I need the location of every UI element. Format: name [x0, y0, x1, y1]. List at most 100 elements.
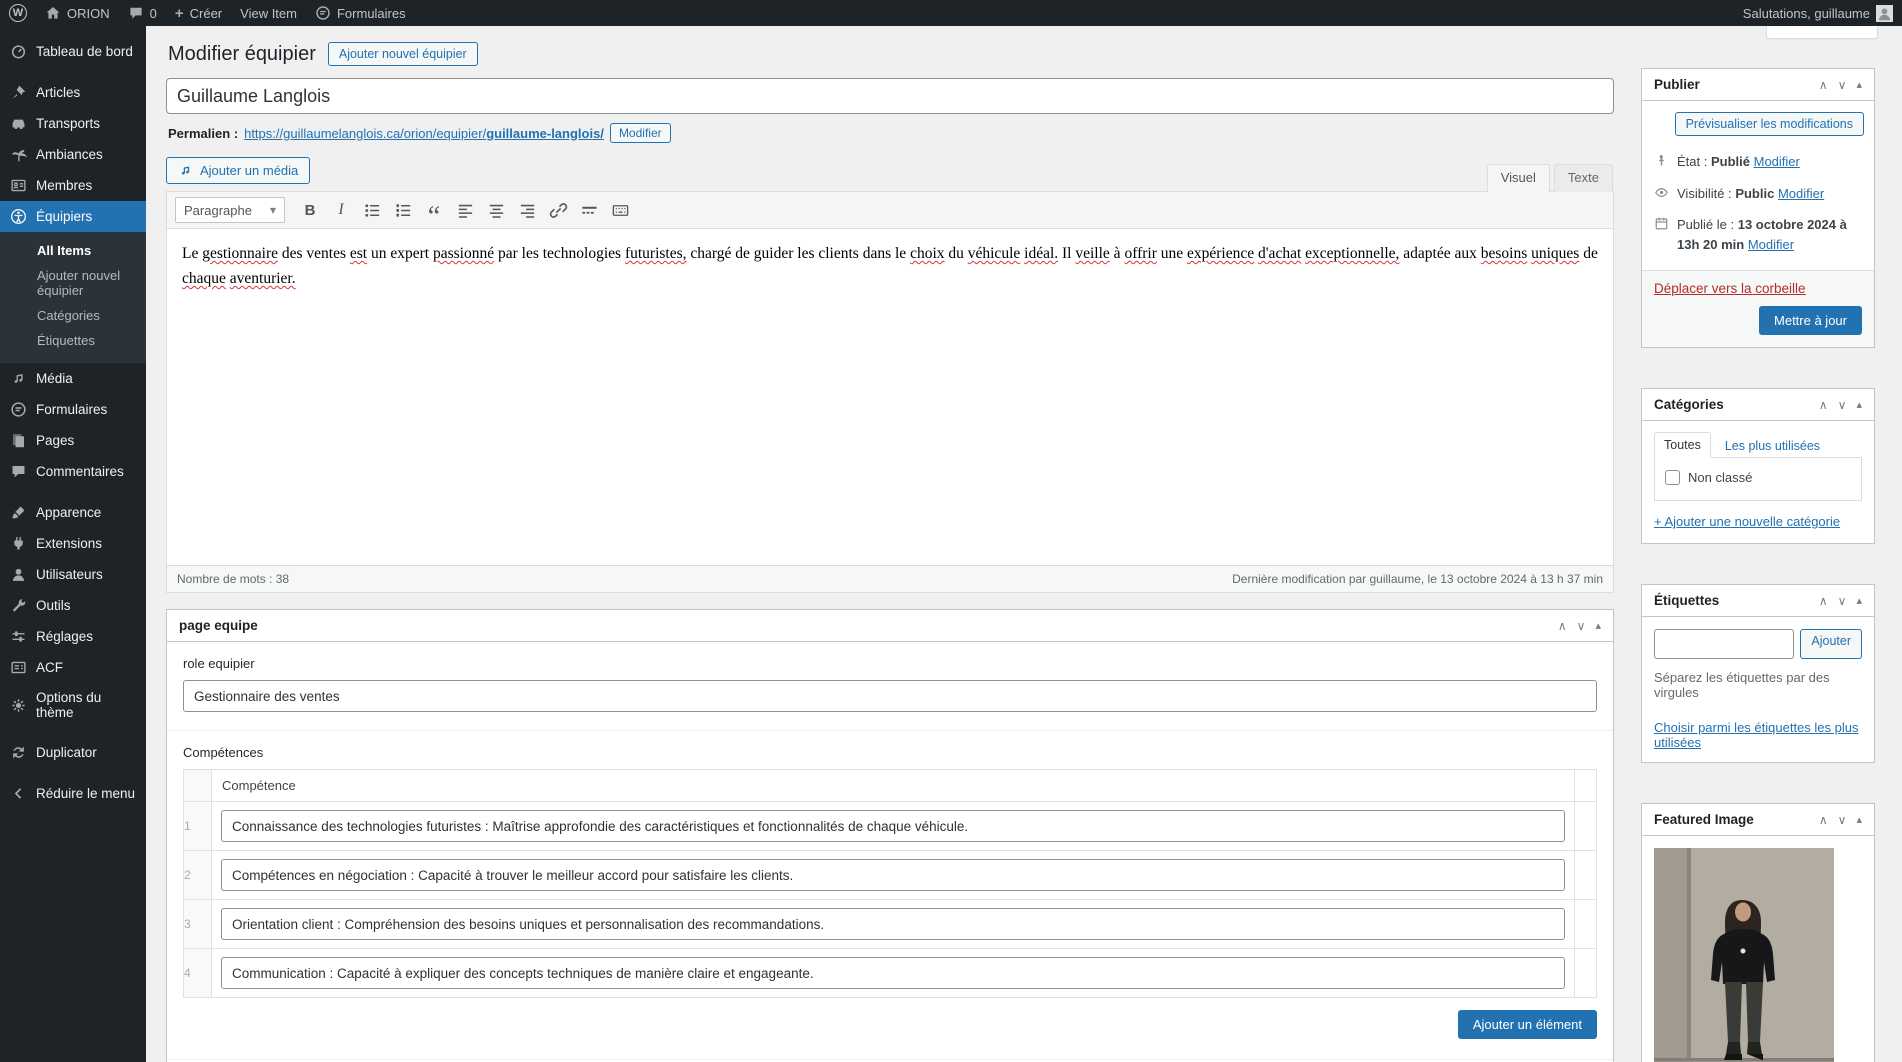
category-checkbox[interactable]: [1665, 470, 1680, 485]
row-order-handle[interactable]: 1: [184, 802, 212, 851]
add-media-button[interactable]: Ajouter un média: [166, 157, 310, 184]
align-right-button[interactable]: [513, 197, 541, 223]
toolbar-toggle-button[interactable]: [606, 197, 634, 223]
toggle-panel-icon[interactable]: [1856, 813, 1862, 826]
sidebar-collapse-menu[interactable]: Réduire le menu: [0, 778, 146, 809]
post-title-input[interactable]: [166, 78, 1614, 114]
move-up-icon[interactable]: [1819, 79, 1828, 91]
acf-metabox-header[interactable]: page equipe: [167, 610, 1613, 642]
competence-input-1[interactable]: [221, 810, 1565, 842]
update-button[interactable]: Mettre à jour: [1759, 306, 1862, 335]
sidebar-item-apparence[interactable]: Apparence: [0, 497, 146, 528]
toggle-panel-icon[interactable]: [1595, 619, 1601, 632]
add-media-icon: [178, 163, 193, 178]
acf-metabox-controls: [1558, 619, 1601, 632]
competence-input-3[interactable]: [221, 908, 1565, 940]
sidebar-item-label: Ambiances: [36, 147, 103, 162]
numbered-list-button[interactable]: [389, 197, 417, 223]
submenu-all-items[interactable]: All Items: [0, 238, 146, 263]
edit-visibility-link[interactable]: Modifier: [1778, 186, 1824, 201]
move-down-icon[interactable]: [1838, 595, 1847, 607]
admin-bar-new[interactable]: Créer: [166, 0, 231, 26]
featured-image-thumbnail[interactable]: [1654, 848, 1834, 1062]
media-icon: [10, 370, 27, 387]
tags-input[interactable]: [1654, 629, 1794, 659]
admin-bar-wp-menu[interactable]: [0, 0, 36, 26]
toggle-panel-icon[interactable]: [1856, 78, 1862, 91]
tags-box-header[interactable]: Étiquettes: [1642, 585, 1874, 617]
move-down-icon[interactable]: [1838, 79, 1847, 91]
tab-all-categories[interactable]: Toutes: [1654, 432, 1711, 458]
add-tag-button[interactable]: Ajouter: [1800, 629, 1862, 659]
sidebar-item-utilisateurs[interactable]: Utilisateurs: [0, 559, 146, 590]
choose-tags-link[interactable]: Choisir parmi les étiquettes les plus ut…: [1654, 720, 1858, 750]
move-up-icon[interactable]: [1819, 595, 1828, 607]
sidebar-item-options-theme[interactable]: Options du thème: [0, 683, 146, 727]
align-center-button[interactable]: [482, 197, 510, 223]
tab-text[interactable]: Texte: [1554, 164, 1613, 192]
edit-status-link[interactable]: Modifier: [1754, 154, 1800, 169]
publish-box-header[interactable]: Publier: [1642, 69, 1874, 101]
sidebar-item-membres[interactable]: Membres: [0, 170, 146, 201]
sidebar-item-articles[interactable]: Articles: [0, 77, 146, 108]
edit-date-link[interactable]: Modifier: [1748, 237, 1794, 252]
preview-changes-button[interactable]: Prévisualiser les modifications: [1675, 112, 1864, 136]
align-left-button[interactable]: [451, 197, 479, 223]
role-equipier-input[interactable]: [183, 680, 1597, 712]
bold-button[interactable]: [296, 197, 324, 223]
sidebar-item-extensions[interactable]: Extensions: [0, 528, 146, 559]
admin-bar-forms[interactable]: Formulaires: [306, 0, 415, 26]
toggle-panel-icon[interactable]: [1856, 398, 1862, 411]
move-up-icon[interactable]: [1819, 814, 1828, 826]
editor-content[interactable]: Le gestionnaire des ventes est un expert…: [167, 229, 1613, 565]
submenu-categories[interactable]: Catégories: [0, 303, 146, 328]
admin-bar-view-item[interactable]: View Item: [231, 0, 306, 26]
categories-box-header[interactable]: Catégories: [1642, 389, 1874, 421]
move-up-icon[interactable]: [1819, 399, 1828, 411]
sidebar-item-acf[interactable]: ACF: [0, 652, 146, 683]
admin-bar-comments[interactable]: 0: [119, 0, 166, 26]
move-down-icon[interactable]: [1838, 814, 1847, 826]
move-down-icon[interactable]: [1838, 399, 1847, 411]
sidebar-item-commentaires[interactable]: Commentaires: [0, 456, 146, 487]
row-order-handle[interactable]: 3: [184, 900, 212, 949]
row-order-handle[interactable]: 4: [184, 949, 212, 998]
submenu-add-new[interactable]: Ajouter nouvel équipier: [0, 263, 146, 303]
blockquote-button[interactable]: [420, 197, 448, 223]
admin-bar-account[interactable]: Salutations, guillaume: [1734, 0, 1902, 26]
permalink-link[interactable]: https://guillaumelanglois.ca/orion/equip…: [244, 126, 604, 141]
sidebar-item-media[interactable]: Média: [0, 363, 146, 394]
paragraph-format-select[interactable]: Paragraphe: [175, 197, 285, 223]
tab-most-used[interactable]: Les plus utilisées: [1723, 434, 1822, 458]
italic-button[interactable]: [327, 197, 355, 223]
competence-input-2[interactable]: [221, 859, 1565, 891]
submenu-tags[interactable]: Étiquettes: [0, 328, 146, 353]
sidebar-item-dashboard[interactable]: Tableau de bord: [0, 36, 146, 67]
featured-image-box-header[interactable]: Featured Image: [1642, 804, 1874, 836]
tab-visual[interactable]: Visuel: [1487, 164, 1550, 192]
sidebar-item-outils[interactable]: Outils: [0, 590, 146, 621]
editor-top-row: Ajouter un média Visuel Texte: [166, 157, 1614, 191]
bullet-list-button[interactable]: [358, 197, 386, 223]
sidebar-item-pages[interactable]: Pages: [0, 425, 146, 456]
sidebar-item-ambiances[interactable]: Ambiances: [0, 139, 146, 170]
sidebar-item-equipiers[interactable]: Équipiers: [0, 201, 146, 232]
link-button[interactable]: [544, 197, 572, 223]
move-to-trash-link[interactable]: Déplacer vers la corbeille: [1654, 281, 1806, 296]
admin-bar-site-name[interactable]: ORION: [36, 0, 119, 26]
move-up-icon[interactable]: [1558, 620, 1567, 632]
add-new-category-link[interactable]: + Ajouter une nouvelle catégorie: [1654, 514, 1840, 529]
add-row-button[interactable]: Ajouter un élément: [1458, 1010, 1597, 1039]
competence-input-4[interactable]: [221, 957, 1565, 989]
sidebar-item-reglages[interactable]: Réglages: [0, 621, 146, 652]
toggle-panel-icon[interactable]: [1856, 594, 1862, 607]
sidebar-item-duplicator[interactable]: Duplicator: [0, 737, 146, 768]
more-tag-button[interactable]: [575, 197, 603, 223]
permalink-edit-button[interactable]: Modifier: [610, 123, 671, 143]
sidebar-item-transports[interactable]: Transports: [0, 108, 146, 139]
sidebar-item-label: Extensions: [36, 536, 102, 551]
add-new-equipier-button[interactable]: Ajouter nouvel équipier: [328, 42, 478, 66]
move-down-icon[interactable]: [1577, 620, 1586, 632]
sidebar-item-formulaires[interactable]: Formulaires: [0, 394, 146, 425]
row-order-handle[interactable]: 2: [184, 851, 212, 900]
